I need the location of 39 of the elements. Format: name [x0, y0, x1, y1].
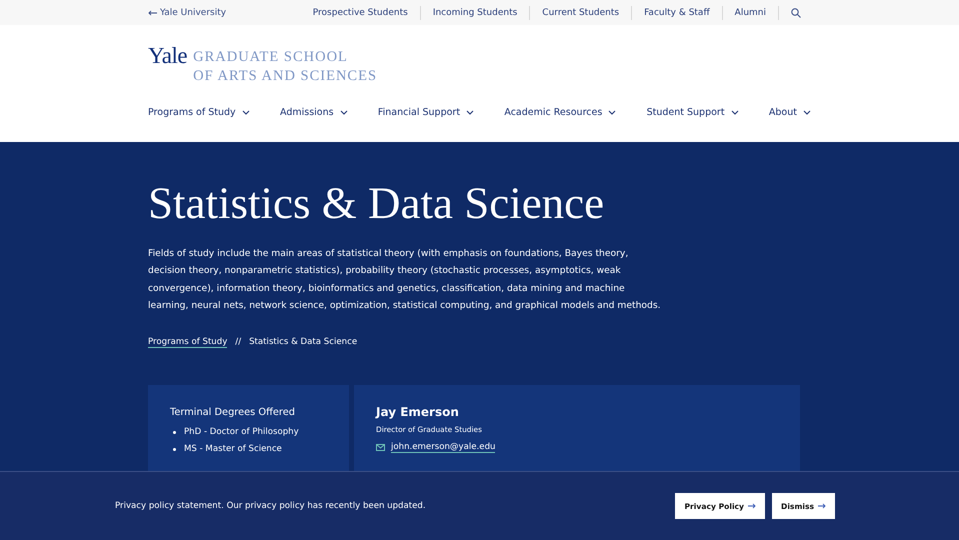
- degree-item: PhD - Doctor of Philosophy: [184, 426, 299, 439]
- main-nav-item[interactable]: Academic Resources: [504, 107, 616, 118]
- arrow-right-icon: [748, 503, 756, 509]
- utility-nav-link[interactable]: Alumni: [722, 6, 779, 20]
- breadcrumb-link[interactable]: Programs of Study: [148, 336, 228, 348]
- chevron-down-icon: [466, 110, 474, 115]
- main-nav-item[interactable]: Programs of Study: [148, 107, 250, 118]
- yale-wordmark[interactable]: Yale: [148, 43, 188, 69]
- main-nav-item[interactable]: About: [768, 107, 811, 118]
- search-icon[interactable]: [791, 8, 801, 18]
- chevron-down-icon: [730, 110, 739, 115]
- program-description: Fields of study include the main areas of statistical theory (with emphasis on foundations, Bayes theory, decision theory, nonparametric statistics), probability theory (stochastic processes, asymptotics, weak convergence), information theory, bioinformatics and genetics, classification, data mining and machine learning, neural nets, network science, optimization, statistical computing, and graphical models and methods.: [148, 247, 662, 314]
- main-nav-item[interactable]: Admissions: [280, 107, 348, 118]
- degree-item: MS - Master of Science: [184, 442, 282, 456]
- school-name: OF ARTS AND SCIENCES: [193, 67, 378, 86]
- breadcrumb-current: Statistics & Data Science: [249, 337, 358, 348]
- utility-nav-link[interactable]: Current Students: [530, 6, 632, 20]
- yale-university-link[interactable]: Yale University: [148, 8, 226, 18]
- utility-nav-link[interactable]: Faculty & Staff: [632, 6, 723, 20]
- chevron-down-icon: [242, 110, 250, 115]
- main-nav-item[interactable]: Financial Support: [378, 107, 474, 118]
- chevron-down-icon: [340, 110, 348, 115]
- privacy-message: Privacy policy statement. Our privacy policy has recently been updated.: [115, 501, 426, 511]
- utility-nav-link[interactable]: Prospective Students: [300, 6, 421, 20]
- page-title: Statistics & Data Science: [148, 177, 606, 229]
- contact-name: Jay Emerson: [376, 404, 460, 419]
- bullet-icon: [173, 448, 176, 451]
- arrow-right-icon: [818, 503, 826, 509]
- card-heading: Terminal Degrees Offered: [170, 406, 296, 418]
- school-name: GRADUATE SCHOOL: [193, 48, 349, 67]
- chevron-down-icon: [802, 110, 811, 115]
- chevron-down-icon: [608, 110, 616, 115]
- utility-nav-link[interactable]: Incoming Students: [420, 6, 530, 20]
- mail-icon: [376, 444, 385, 451]
- bullet-icon: [173, 430, 176, 434]
- arrow-left-icon: [148, 10, 157, 16]
- main-nav-item[interactable]: Student Support: [646, 107, 739, 118]
- email-link[interactable]: john.emerson@yale.edu: [376, 442, 496, 453]
- breadcrumb-separator: //: [235, 337, 242, 348]
